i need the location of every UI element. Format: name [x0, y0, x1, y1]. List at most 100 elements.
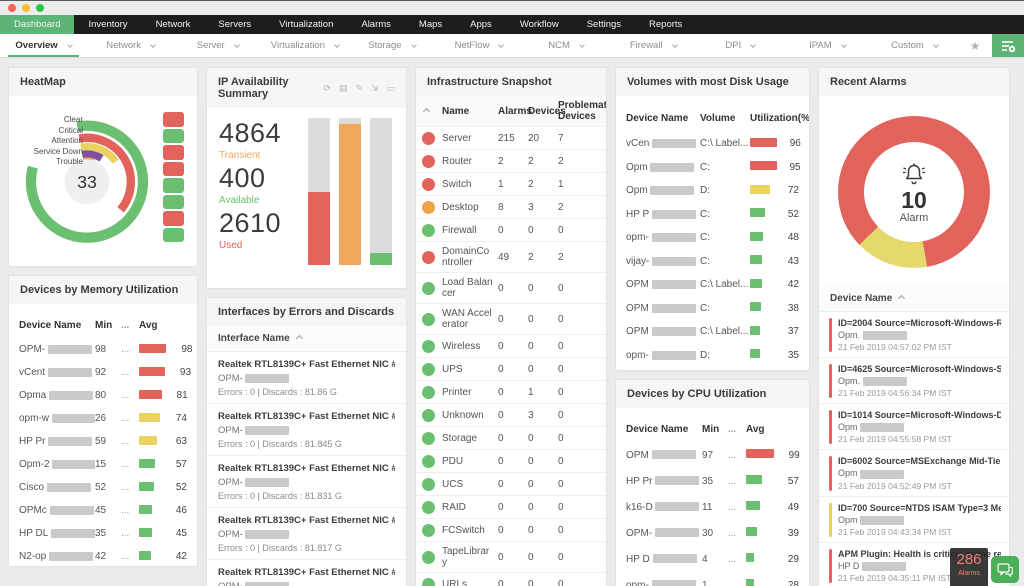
category-row[interactable]: DomainController 49 2 2 — [416, 242, 606, 273]
main-nav-item[interactable]: Servers — [204, 15, 265, 34]
volume-row[interactable]: Opm C: 95 — [626, 156, 799, 180]
dashboard-tab[interactable]: DPI — [697, 34, 784, 57]
volume-row[interactable]: OPM C: 38 — [626, 297, 799, 321]
chevron-down-icon[interactable] — [411, 42, 417, 48]
main-nav-item[interactable]: Reports — [635, 15, 696, 34]
dashboard-tab[interactable]: Virtualization — [261, 34, 348, 57]
category-row[interactable]: Load Balancer 0 0 0 — [416, 273, 606, 304]
chevron-down-icon[interactable] — [234, 42, 240, 48]
chevron-down-icon[interactable] — [579, 42, 585, 48]
chevron-down-icon[interactable] — [67, 42, 73, 48]
stacked-bar[interactable] — [370, 118, 392, 265]
volume-row[interactable]: OPM C:\ Label... 42 — [626, 273, 799, 297]
dashboard-tab[interactable]: Server — [174, 34, 261, 57]
table-row[interactable]: OPM- 30 ... 39 — [626, 520, 799, 546]
category-row[interactable]: Desktop 8 3 2 — [416, 196, 606, 219]
interface-row[interactable]: Realtek RTL8139C+ Fast Ethernet NIC #3-N… — [207, 352, 406, 404]
table-row[interactable]: Opm-2 15 ... 57 — [19, 453, 187, 476]
category-row[interactable]: Server 215 20 7 — [416, 127, 606, 150]
dashboard-tab[interactable]: NetFlow — [435, 34, 522, 57]
device-status-square[interactable] — [163, 178, 184, 193]
device-status-square[interactable] — [163, 228, 184, 243]
category-row[interactable]: RAID 0 0 0 — [416, 496, 606, 519]
dashboard-list-button[interactable] — [992, 34, 1024, 57]
stacked-bar[interactable] — [339, 118, 361, 265]
minimize-window-button[interactable] — [22, 4, 30, 12]
table-row[interactable]: OPM 97 ... 99 — [626, 442, 799, 468]
zoom-window-button[interactable] — [36, 4, 44, 12]
alarm-row[interactable]: ID=700 Source=NTDS ISAM Type=3 Message=N… — [819, 497, 1009, 543]
chevron-down-icon[interactable] — [150, 42, 156, 48]
interface-row[interactable]: Realtek RTL8139C+ Fast Ethernet NIC #3-W… — [207, 456, 406, 508]
category-row[interactable]: Printer 0 1 0 — [416, 381, 606, 404]
category-row[interactable]: Router 2 2 2 — [416, 150, 606, 173]
table-row[interactable]: HP Pr 59 ... 63 — [19, 430, 187, 453]
table-row[interactable]: HP Pr 35 ... 57 — [626, 468, 799, 494]
table-row[interactable]: vCent 92 ... 93 — [19, 361, 187, 384]
dashboard-tab[interactable]: Network — [87, 34, 174, 57]
table-row[interactable]: k16-D 11 ... 49 — [626, 494, 799, 520]
category-row[interactable]: Switch 1 2 1 — [416, 173, 606, 196]
main-nav-item[interactable]: Dashboard — [0, 15, 74, 34]
delete-icon[interactable]: ▭ — [386, 83, 395, 94]
category-row[interactable]: TapeLibrary 0 0 0 — [416, 542, 606, 573]
main-nav-item[interactable]: Inventory — [74, 15, 141, 34]
table-header[interactable]: Name Alarms Devices Problematic Devices — [416, 96, 606, 127]
table-row[interactable]: opm- 1 ... 28 — [626, 572, 799, 586]
chevron-down-icon[interactable] — [750, 42, 756, 48]
chevron-down-icon[interactable] — [334, 42, 340, 48]
category-row[interactable]: Wireless 0 0 0 — [416, 335, 606, 358]
volume-row[interactable]: vCen C:\ Label... 96 — [626, 132, 799, 156]
chevron-down-icon[interactable] — [499, 42, 505, 48]
volume-row[interactable]: OPM C:\ Label... 37 — [626, 320, 799, 344]
category-row[interactable]: Firewall 0 0 0 — [416, 219, 606, 242]
stacked-bar[interactable] — [308, 118, 330, 265]
category-row[interactable]: PDU 0 0 0 — [416, 450, 606, 473]
device-status-square[interactable] — [163, 162, 184, 177]
main-nav-item[interactable]: Apps — [456, 15, 506, 34]
favorite-star-icon[interactable]: ★ — [958, 34, 992, 57]
alarm-row[interactable]: ID=1014 Source=Microsoft-Windows-DNS-Cli… — [819, 404, 1009, 450]
alarm-row[interactable]: ID=6002 Source=MSExchange Mid-Tier Stora… — [819, 450, 1009, 496]
device-status-square[interactable] — [163, 211, 184, 226]
dashboard-tab[interactable]: NCM — [523, 34, 610, 57]
main-nav-item[interactable]: Virtualization — [265, 15, 347, 34]
close-window-button[interactable] — [8, 4, 16, 12]
device-status-square[interactable] — [163, 195, 184, 210]
dashboard-tab[interactable]: Storage — [348, 34, 435, 57]
main-nav-item[interactable]: Maps — [405, 15, 456, 34]
table-row[interactable]: OPM- 98 ... 98 — [19, 338, 187, 361]
edit-icon[interactable]: ✎ — [355, 83, 363, 94]
dashboard-tab[interactable]: Firewall — [610, 34, 697, 57]
table-row[interactable]: Opma 80 ... 81 — [19, 384, 187, 407]
expand-icon[interactable]: ⇲ — [371, 83, 379, 94]
device-status-square[interactable] — [163, 129, 184, 144]
table-row[interactable]: HP DL 35 ... 45 — [19, 522, 187, 545]
device-status-square[interactable] — [163, 145, 184, 160]
dashboard-tab[interactable]: IPAM — [784, 34, 871, 57]
table-row[interactable]: OPMc 45 ... 46 — [19, 499, 187, 522]
dashboard-tab[interactable]: Custom — [871, 34, 958, 57]
category-row[interactable]: Unknown 0 3 0 — [416, 404, 606, 427]
volume-row[interactable]: HP P C: 52 — [626, 203, 799, 227]
main-nav-item[interactable]: Workflow — [506, 15, 573, 34]
table-header[interactable]: Device Name — [819, 286, 1009, 312]
category-row[interactable]: UPS 0 0 0 — [416, 358, 606, 381]
main-nav-item[interactable]: Alarms — [347, 15, 405, 34]
chevron-down-icon[interactable] — [672, 42, 678, 48]
category-row[interactable]: URLs 0 0 0 — [416, 573, 606, 586]
table-row[interactable]: HP D 4 ... 29 — [626, 546, 799, 572]
table-row[interactable]: N2-op 42 ... 42 — [19, 545, 187, 566]
table-row[interactable]: Cisco 52 ... 52 — [19, 476, 187, 499]
device-status-square[interactable] — [163, 112, 184, 127]
support-chat-button[interactable] — [991, 556, 1019, 583]
interface-row[interactable]: Realtek RTL8139C+ Fast Ethernet NIC #3-W… — [207, 508, 406, 560]
volume-row[interactable]: opm- C: 48 — [626, 226, 799, 250]
volume-row[interactable]: Opm D: 72 — [626, 179, 799, 203]
refresh-icon[interactable]: ⟳ — [323, 83, 331, 94]
main-nav-item[interactable]: Settings — [573, 15, 635, 34]
table-row[interactable]: opm-w 26 ... 74 — [19, 407, 187, 430]
total-alarms-badge[interactable]: 286 Alarms — [950, 548, 988, 586]
alarms-donut-chart[interactable]: 10 Alarm — [838, 116, 990, 268]
interface-row[interactable]: Realtek RTL8139C+ Fast Ethernet NIC #3-N… — [207, 404, 406, 456]
